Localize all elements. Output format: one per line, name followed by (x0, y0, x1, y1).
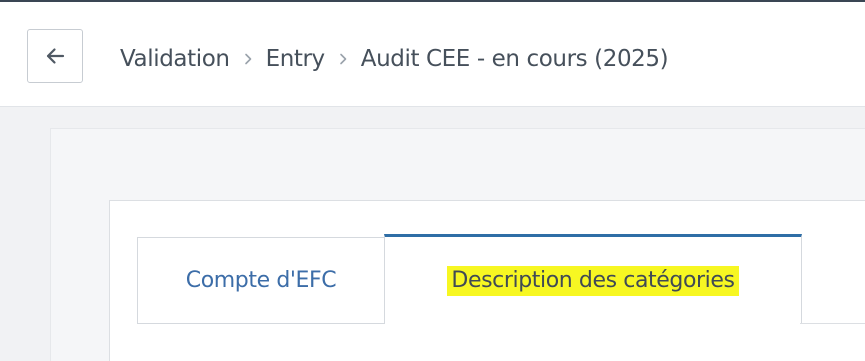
tab-compte-efc[interactable]: Compte d'EFC (137, 237, 385, 324)
chevron-right-icon (230, 52, 266, 66)
tab-label-highlighted: Description des catégories (447, 265, 739, 296)
tab-label: Compte d'EFC (185, 268, 337, 293)
breadcrumb-item-current: Audit CEE - en cours (2025) (360, 46, 669, 72)
tab-strip-divider (800, 323, 865, 324)
breadcrumb-item-entry[interactable]: Entry (266, 46, 326, 72)
breadcrumb-item-validation[interactable]: Validation (120, 46, 230, 72)
back-button[interactable] (27, 29, 83, 83)
arrow-left-icon (45, 47, 65, 65)
breadcrumb: Validation Entry Audit CEE - en cours (2… (120, 42, 669, 76)
tab-description-categories[interactable]: Description des catégories (384, 234, 802, 324)
chevron-right-icon (325, 52, 361, 66)
